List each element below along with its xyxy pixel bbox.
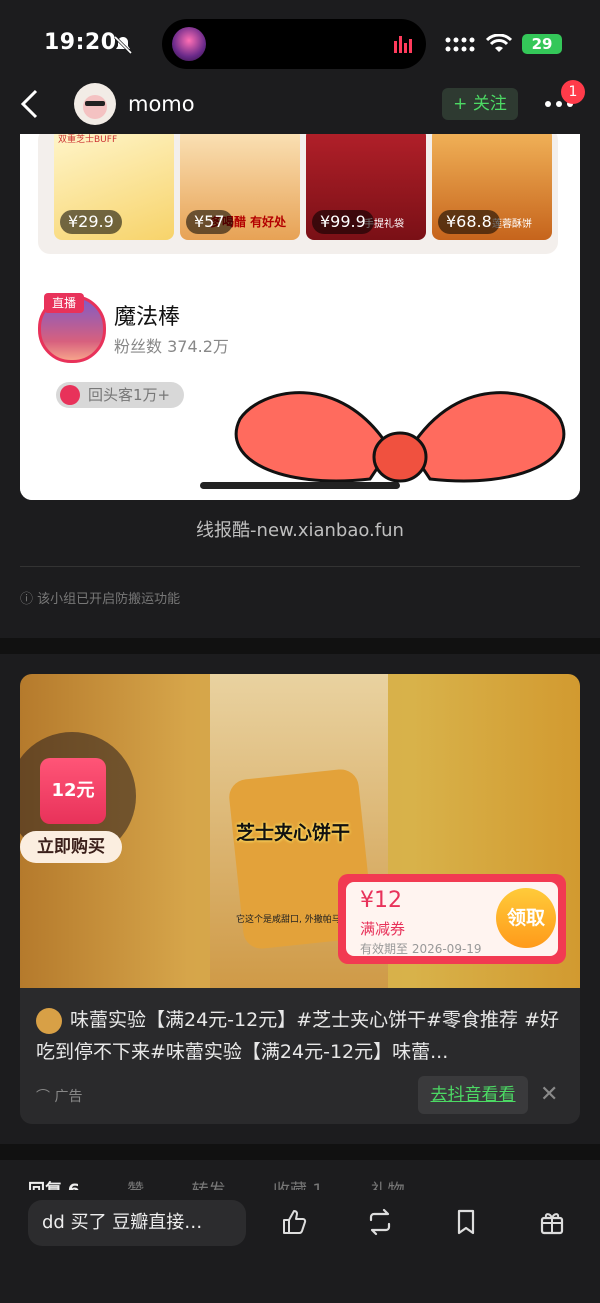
small-coupon[interactable]: 12元	[40, 758, 106, 824]
ad-mountain-icon: ⌒	[36, 1089, 55, 1105]
coupon-expiry: 有效期至 2026-09-19	[360, 942, 482, 956]
bookmark-icon[interactable]	[452, 1208, 480, 1236]
divider	[20, 566, 580, 567]
returning-label: 回头客1万+	[88, 386, 171, 404]
battery-indicator: 29	[522, 34, 562, 54]
ad-card[interactable]: 芝士夹心饼干 它这个是咸甜口, 外撒帕马 12元 立即购买 ¥12 满减券 有效…	[20, 674, 580, 1124]
product-price: ¥68.8	[438, 210, 500, 234]
live-badge: 直播	[44, 293, 84, 313]
home-indicator	[200, 482, 400, 489]
video-subtitle: 它这个是咸甜口, 外撒帕马	[236, 915, 341, 925]
fan-count: 粉丝数 374.2万	[114, 337, 229, 356]
ad-label: ⌒ 广告	[36, 1086, 82, 1106]
gift-icon[interactable]	[538, 1208, 566, 1236]
watermark-text: 线报酷-new.xianbao.fun	[196, 520, 404, 541]
ad-label-text: 广告	[54, 1089, 83, 1105]
notification-badge: 1	[561, 80, 585, 104]
go-douyin-button[interactable]: 去抖音看看	[418, 1076, 528, 1114]
ad-media[interactable]: 芝士夹心饼干 它这个是咸甜口, 外撒帕马 12元 立即购买 ¥12 满减券 有效…	[20, 674, 580, 988]
video-overlay-title: 芝士夹心饼干	[236, 822, 351, 844]
back-arrow-icon[interactable]	[18, 88, 42, 120]
reply-input[interactable]: dd 买了 豆瓣直接…	[28, 1200, 246, 1246]
returning-customer-tag: 回头客1万+	[56, 382, 185, 408]
follow-button[interactable]: + 关注	[442, 88, 518, 120]
live-streamer-card[interactable]: 直播 魔法棒 粉丝数 374.2万 回头客1万+	[20, 279, 580, 500]
status-bar: 19:20 29	[0, 0, 600, 80]
product-strip: 双重芝士BUFF ¥29.9 多喝醋 有好处 ¥57 手提礼袋 ¥99.9 莲蓉…	[38, 134, 558, 254]
product-price: ¥99.9	[312, 210, 374, 234]
avatar-pig-icon	[83, 95, 107, 119]
shop-card: 双重芝士BUFF ¥29.9 多喝醋 有好处 ¥57 手提礼袋 ¥99.9 莲蓉…	[20, 134, 580, 500]
coupon-type: 满减券	[360, 920, 406, 938]
status-time: 19:20	[44, 30, 117, 55]
mute-bell-icon	[113, 35, 133, 55]
like-thumb-icon[interactable]	[280, 1208, 308, 1236]
wifi-icon	[486, 34, 512, 52]
island-avatar	[172, 27, 206, 61]
section-separator	[0, 638, 600, 654]
product-card[interactable]: 手提礼袋 ¥99.9	[306, 134, 426, 240]
product-caption: 双重芝士BUFF	[58, 135, 118, 145]
product-price: ¥57	[186, 210, 233, 234]
ad-description[interactable]: 味蕾实验【满24元-12元】#芝士夹心饼干#零食推荐 #好吃到停不下来#味蕾实验…	[36, 1004, 566, 1068]
repost-icon[interactable]	[366, 1208, 394, 1236]
product-price: ¥29.9	[60, 210, 122, 234]
product-card[interactable]: 双重芝士BUFF ¥29.9	[54, 134, 174, 240]
claim-button[interactable]: 领取	[496, 888, 556, 948]
close-ad-icon[interactable]: ✕	[540, 1082, 558, 1107]
coupon-inner: ¥12 满减券 有效期至 2026-09-19 领取	[346, 882, 558, 956]
dynamic-island	[162, 19, 426, 69]
audio-bars-icon	[394, 36, 412, 53]
coupon-amount: ¥12	[360, 888, 402, 913]
user-avatar[interactable]	[74, 83, 116, 125]
coupon-card[interactable]: ¥12 满减券 有效期至 2026-09-19 领取	[338, 874, 566, 964]
ad-text: 味蕾实验【满24元-12元】#芝士夹心饼干#零食推荐 #好吃到停不下来#味蕾实验…	[36, 1009, 560, 1063]
section-separator	[0, 1144, 600, 1160]
bar-chart-icon	[60, 385, 80, 405]
cellular-signal-icon	[445, 37, 475, 52]
brand-avatar-icon	[36, 1007, 62, 1034]
streamer-name[interactable]: 魔法棒	[114, 299, 180, 331]
product-card[interactable]: 多喝醋 有好处 ¥57	[180, 134, 300, 240]
anti-repost-notice: ⓘ 该小组已开启防搬运功能	[20, 592, 181, 607]
product-card[interactable]: 莲蓉酥饼 ¥68.8	[432, 134, 552, 240]
bottom-action-bar: dd 买了 豆瓣直接…	[0, 1190, 600, 1303]
username[interactable]: momo	[128, 92, 195, 116]
buy-now-button[interactable]: 立即购买	[20, 831, 122, 863]
